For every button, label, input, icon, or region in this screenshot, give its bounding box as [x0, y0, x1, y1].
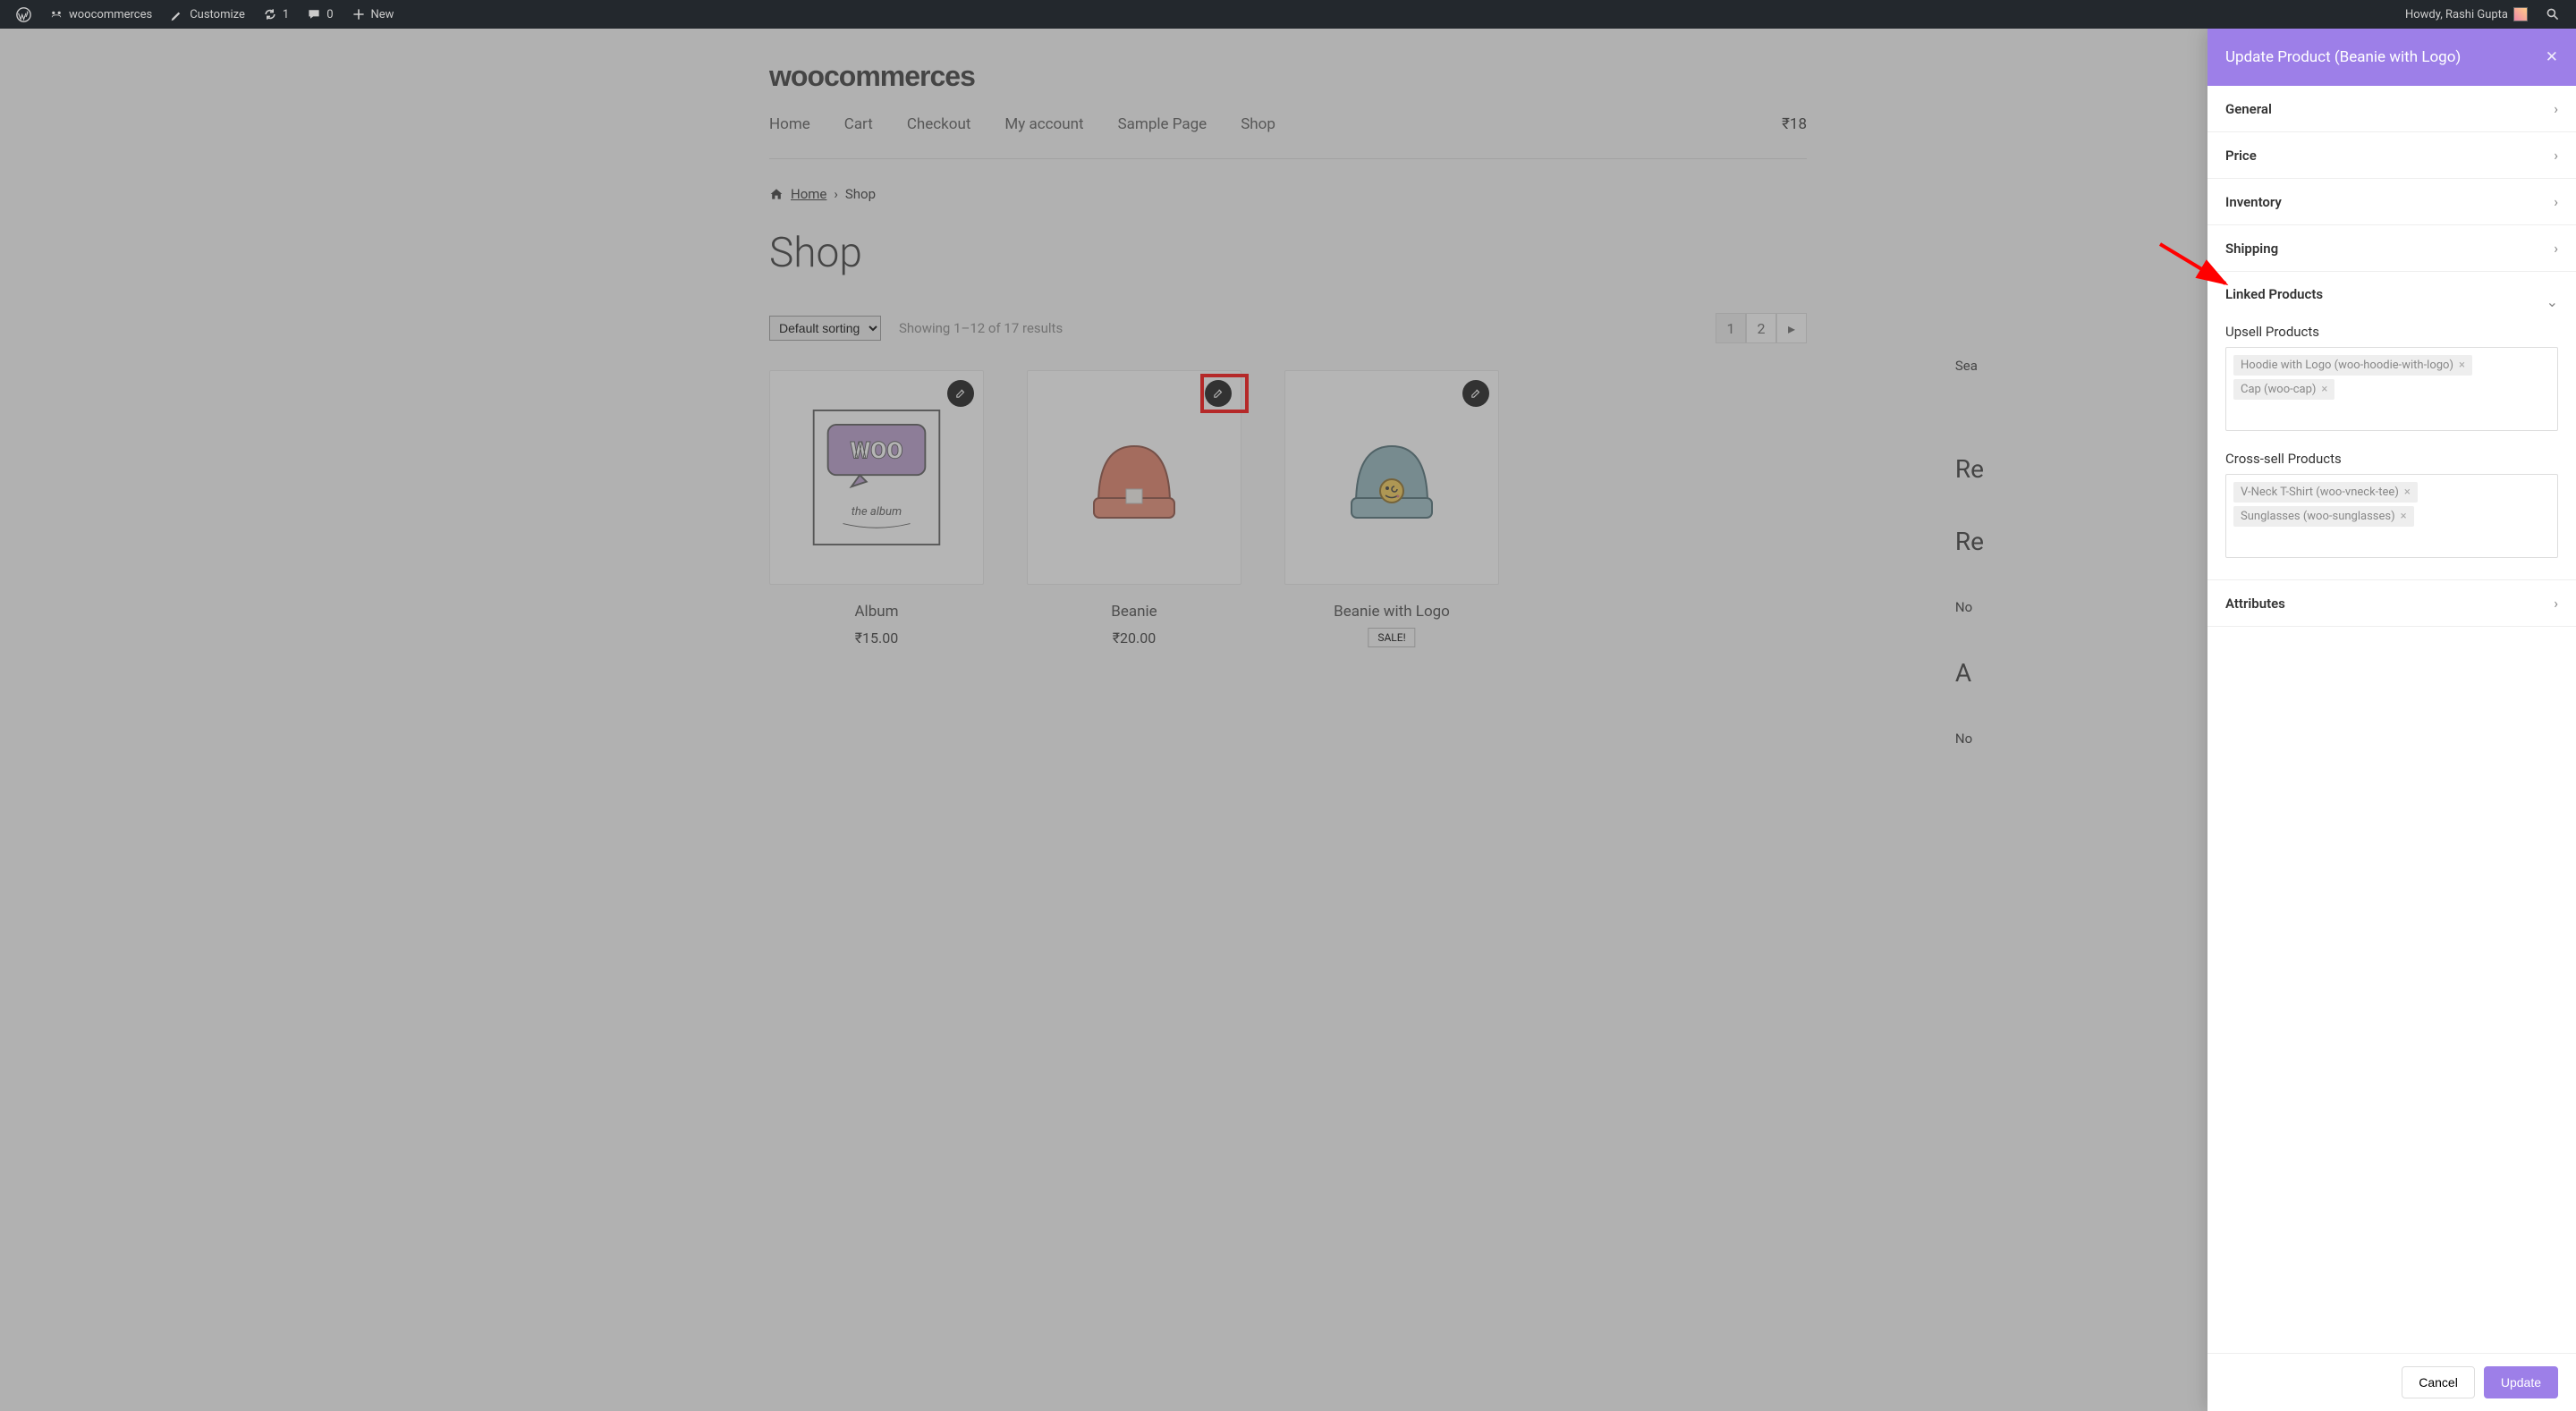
updates-link[interactable]: 1 — [254, 0, 298, 29]
update-button[interactable]: Update — [2484, 1366, 2558, 1398]
chevron-right-icon: › — [2554, 147, 2558, 164]
section-linked-header[interactable]: Linked Products ⌄ — [2225, 286, 2558, 317]
remove-tag-icon[interactable]: × — [2321, 383, 2327, 396]
avatar — [2513, 7, 2528, 21]
crosssell-input[interactable]: V-Neck T-Shirt (woo-vneck-tee)× Sunglass… — [2225, 474, 2558, 558]
chevron-right-icon: › — [2554, 100, 2558, 117]
chevron-down-icon: ⌄ — [2546, 293, 2558, 310]
section-linked: Linked Products ⌄ Upsell Products Hoodie… — [2207, 272, 2576, 580]
section-attributes[interactable]: Attributes› — [2207, 580, 2576, 627]
upsell-label: Upsell Products — [2225, 324, 2558, 340]
site-link[interactable]: woocommerces — [40, 0, 161, 29]
remove-tag-icon[interactable]: × — [2404, 486, 2411, 499]
crosssell-label: Cross-sell Products — [2225, 451, 2558, 467]
panel-header: Update Product (Beanie with Logo) ✕ — [2207, 29, 2576, 86]
upsell-input[interactable]: Hoodie with Logo (woo-hoodie-with-logo)×… — [2225, 347, 2558, 431]
tag: Hoodie with Logo (woo-hoodie-with-logo)× — [2233, 355, 2472, 376]
section-general[interactable]: General› — [2207, 86, 2576, 132]
tag: V-Neck T-Shirt (woo-vneck-tee)× — [2233, 482, 2418, 503]
wp-logo[interactable] — [7, 0, 40, 29]
howdy-user[interactable]: Howdy, Rashi Gupta — [2396, 7, 2537, 21]
chevron-right-icon: › — [2554, 240, 2558, 257]
section-inventory[interactable]: Inventory› — [2207, 179, 2576, 225]
admin-bar: woocommerces Customize 1 0 New Howdy, Ra… — [0, 0, 2576, 29]
chevron-right-icon: › — [2554, 193, 2558, 210]
customize-link[interactable]: Customize — [161, 0, 254, 29]
tag: Sunglasses (woo-sunglasses)× — [2233, 506, 2414, 527]
new-link[interactable]: New — [343, 0, 403, 29]
adminbar-site-name: woocommerces — [69, 8, 152, 21]
panel-title: Update Product (Beanie with Logo) — [2225, 48, 2461, 66]
search-icon[interactable] — [2537, 7, 2569, 21]
cancel-button[interactable]: Cancel — [2402, 1366, 2475, 1398]
remove-tag-icon[interactable]: × — [2401, 510, 2407, 523]
remove-tag-icon[interactable]: × — [2459, 359, 2465, 372]
section-price[interactable]: Price› — [2207, 132, 2576, 179]
update-product-panel: Update Product (Beanie with Logo) ✕ Gene… — [2207, 29, 2576, 1411]
chevron-right-icon: › — [2554, 595, 2558, 612]
modal-overlay[interactable] — [0, 29, 2576, 1411]
close-icon[interactable]: ✕ — [2546, 48, 2558, 66]
section-shipping[interactable]: Shipping› — [2207, 225, 2576, 272]
comments-link[interactable]: 0 — [298, 0, 342, 29]
tag: Cap (woo-cap)× — [2233, 379, 2334, 400]
panel-footer: Cancel Update — [2207, 1353, 2576, 1411]
